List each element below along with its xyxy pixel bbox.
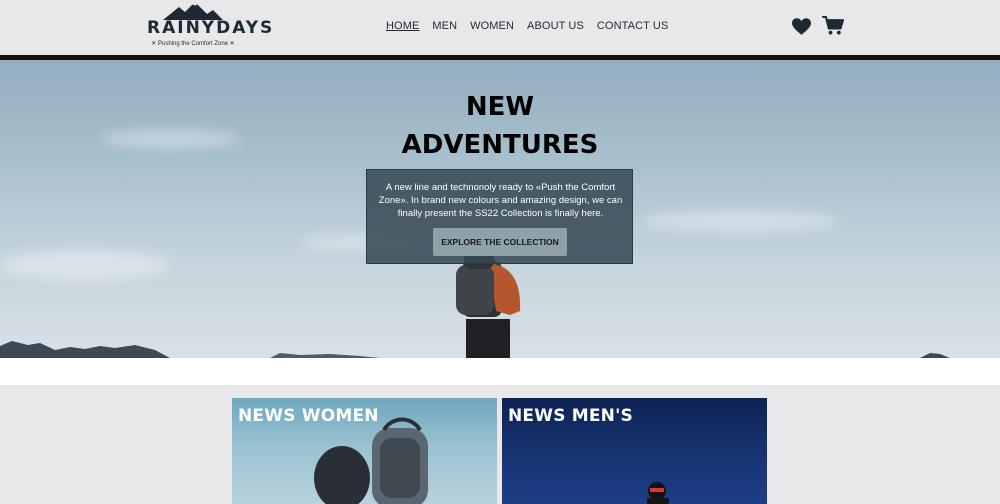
nav-men[interactable]: MEN: [432, 20, 457, 32]
hero-cloud: [640, 210, 840, 232]
nav-home[interactable]: HOME: [386, 20, 419, 32]
nav-contact-us[interactable]: CONTACT US: [597, 20, 669, 32]
news-women-title: NEWS WOMEN: [238, 406, 379, 426]
hero-title: NEW ADVENTURES: [0, 88, 1000, 164]
cart-icon[interactable]: [822, 16, 844, 36]
hero-cloud: [0, 250, 170, 280]
hero-title-line-1: NEW: [465, 92, 535, 122]
news-women-card[interactable]: NEWS WOMEN: [232, 398, 497, 504]
hero-info-panel: A new line and technonoly ready to «Push…: [366, 169, 633, 264]
brand-tagline: ✕ Pushing the Comfort Zone ✕: [151, 41, 235, 47]
section-spacer: [0, 358, 1000, 385]
brand-logo[interactable]: RAINYDAYS ✕ Pushing the Comfort Zone ✕: [147, 2, 275, 50]
site-header: RAINYDAYS ✕ Pushing the Comfort Zone ✕ H…: [0, 0, 1000, 55]
nav-women[interactable]: WOMEN: [470, 20, 514, 32]
main-nav: HOME MEN WOMEN ABOUT US CONTACT US: [386, 20, 668, 32]
explore-collection-button[interactable]: EXPLORE THE COLLECTION: [433, 228, 567, 256]
hero-title-line-2: ADVENTURES: [401, 130, 599, 160]
nav-about-us[interactable]: ABOUT US: [527, 20, 584, 32]
hero-banner: NEW ADVENTURES A new line and technonoly…: [0, 60, 1000, 358]
brand-name: RAINYDAYS: [147, 18, 275, 38]
heart-icon[interactable]: [792, 18, 811, 36]
hero-description: A new line and technonoly ready to «Push…: [378, 182, 623, 219]
news-men-card[interactable]: NEWS MEN'S: [502, 398, 767, 504]
news-men-title: NEWS MEN'S: [508, 406, 633, 426]
